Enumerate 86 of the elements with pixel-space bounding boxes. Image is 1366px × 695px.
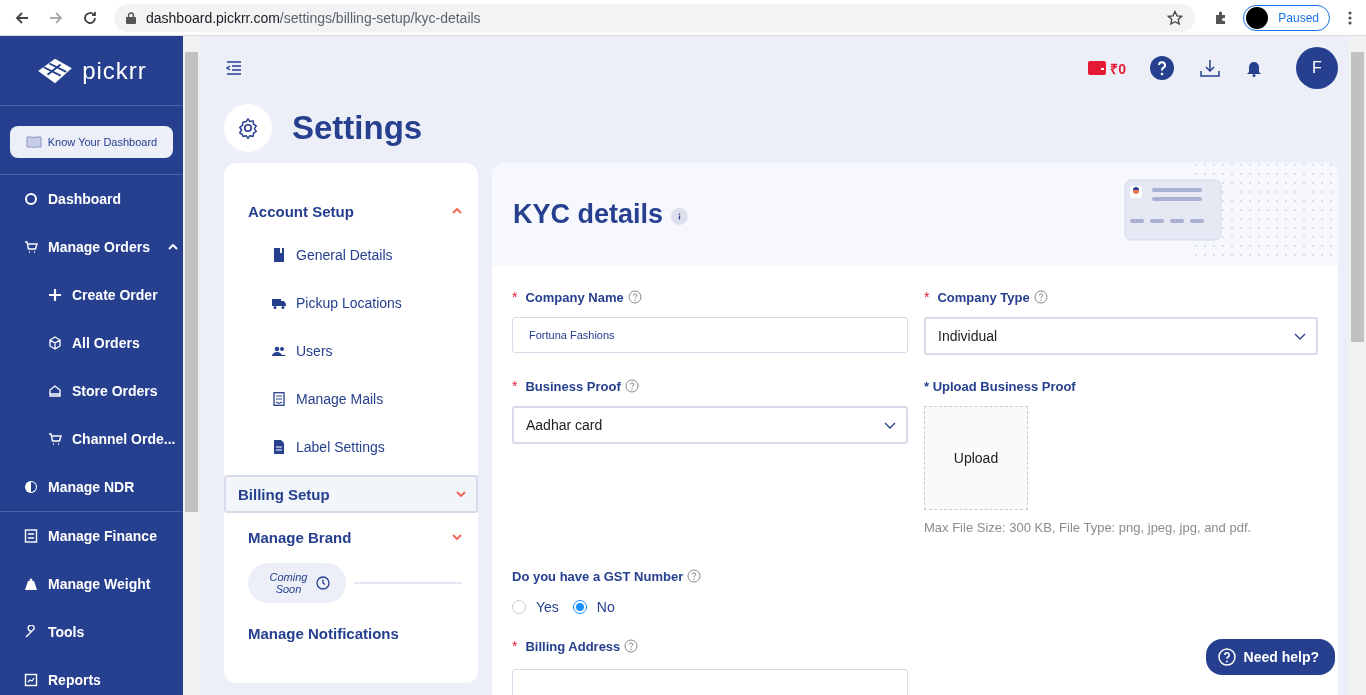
- file-icon: [272, 440, 286, 454]
- radio-button[interactable]: [572, 600, 587, 614]
- chevron-down-icon: [1294, 332, 1306, 340]
- sidebar-item[interactable]: Manage Weight: [0, 560, 183, 608]
- scrollbar[interactable]: [183, 36, 200, 695]
- required-mark: *: [512, 378, 518, 394]
- bell-icon[interactable]: [1246, 59, 1262, 77]
- clock-icon: [315, 576, 330, 590]
- cart-icon: [24, 240, 38, 254]
- chevron-down-icon: [884, 421, 896, 429]
- star-icon[interactable]: [1167, 9, 1184, 26]
- field-label: * Upload Business Proof: [924, 378, 1076, 394]
- cart-icon: [48, 432, 62, 446]
- need-help-button[interactable]: Need help?: [1205, 639, 1335, 675]
- ledger-icon: [24, 529, 38, 543]
- settings-menu-item[interactable]: Users: [224, 327, 478, 375]
- dropdown[interactable]: Individual: [924, 317, 1318, 355]
- user-avatar[interactable]: F: [1296, 47, 1338, 89]
- house-icon: [48, 384, 62, 398]
- address-bar[interactable]: dashboard.pickrr.com/settings/billing-setup/kyc-details: [114, 3, 1196, 32]
- upload-hint: Max File Size: 300 KB, File Type: png, jpeg, jpg, and pdf.: [924, 520, 1253, 535]
- settings-section[interactable]: Account Setup: [224, 191, 478, 231]
- settings-menu-item[interactable]: General Details: [224, 231, 478, 279]
- sidebar-item[interactable]: Tools: [0, 608, 183, 656]
- more-icon[interactable]: [1348, 9, 1352, 26]
- field-label: Business Proof: [525, 378, 621, 394]
- settings-menu-item[interactable]: Label Settings: [224, 423, 478, 471]
- lock-icon: [126, 11, 136, 24]
- text-input[interactable]: Fortuna Fashions: [512, 317, 908, 353]
- back-icon[interactable]: [14, 9, 30, 26]
- page-title: Settings: [292, 109, 423, 147]
- download-icon[interactable]: [1200, 59, 1220, 77]
- know-dashboard-button[interactable]: Know Your Dashboard: [10, 126, 173, 158]
- users-icon: [272, 344, 286, 358]
- menu-collapse-icon[interactable]: [226, 61, 242, 75]
- required-mark: *: [512, 638, 518, 654]
- sidebar-item[interactable]: Manage Finance: [0, 512, 183, 560]
- logo-text: pickrr: [82, 56, 147, 85]
- required-mark: *: [924, 289, 930, 305]
- plus-icon: [48, 288, 62, 302]
- forward-icon[interactable]: [48, 9, 64, 26]
- reload-icon[interactable]: [82, 9, 98, 26]
- sidebar-item[interactable]: Dashboard: [0, 175, 183, 223]
- radio-option[interactable]: Yes: [512, 599, 559, 615]
- wrench-icon: [24, 625, 38, 639]
- kyc-title: KYC details: [513, 199, 664, 230]
- field-label: Company Name: [525, 289, 624, 305]
- field-label: Billing Address: [525, 638, 621, 654]
- book-icon: [272, 248, 286, 262]
- radio-option[interactable]: No: [572, 599, 615, 615]
- coming-soon-badge: Coming Soon: [248, 563, 346, 603]
- sidebar-subitem[interactable]: Store Orders: [0, 367, 183, 415]
- settings-icon: [224, 104, 272, 152]
- box-icon: [48, 336, 62, 350]
- sidebar-item[interactable]: Reports: [0, 656, 183, 695]
- field-label: Company Type: [937, 289, 1030, 305]
- book-icon: [25, 136, 42, 148]
- dropdown[interactable]: Aadhar card: [512, 406, 908, 444]
- dashboard-icon: [24, 192, 38, 206]
- wallet-icon: [1088, 61, 1107, 75]
- scrollbar[interactable]: [1349, 36, 1366, 695]
- field-label: Do you have a GST Number: [512, 568, 684, 584]
- sidebar-subitem[interactable]: Create Order: [0, 271, 183, 319]
- settings-section[interactable]: Billing Setup: [224, 475, 478, 513]
- wallet-balance[interactable]: ₹0: [1088, 58, 1126, 78]
- sidebar-item[interactable]: Manage Orders: [0, 223, 183, 271]
- required-mark: *: [512, 289, 518, 305]
- url-text: dashboard.pickrr.com/settings/billing-setup/kyc-details: [146, 9, 482, 26]
- help-icon[interactable]: [1150, 56, 1174, 80]
- settings-menu-item[interactable]: Manage Mails: [224, 375, 478, 423]
- profile-button[interactable]: Paused: [1243, 4, 1330, 31]
- truck-icon: [272, 296, 286, 310]
- sidebar-subitem[interactable]: All Orders: [0, 319, 183, 367]
- weight-icon: [24, 577, 38, 591]
- settings-section[interactable]: Manage Brand: [224, 517, 478, 557]
- settings-menu-item[interactable]: Pickup Locations: [224, 279, 478, 327]
- sidebar-item[interactable]: Manage NDR: [0, 463, 183, 511]
- sidebar-subitem[interactable]: Channel Orde...: [0, 415, 183, 463]
- pie-icon: [24, 480, 38, 494]
- settings-section[interactable]: Manage Notifications: [224, 613, 478, 653]
- help-icon: [1217, 648, 1236, 666]
- text-input[interactable]: [512, 669, 908, 695]
- document-icon: [272, 392, 286, 406]
- chart-icon: [24, 673, 38, 687]
- upload-dropzone[interactable]: Upload: [924, 406, 1028, 510]
- info-icon[interactable]: [671, 208, 689, 225]
